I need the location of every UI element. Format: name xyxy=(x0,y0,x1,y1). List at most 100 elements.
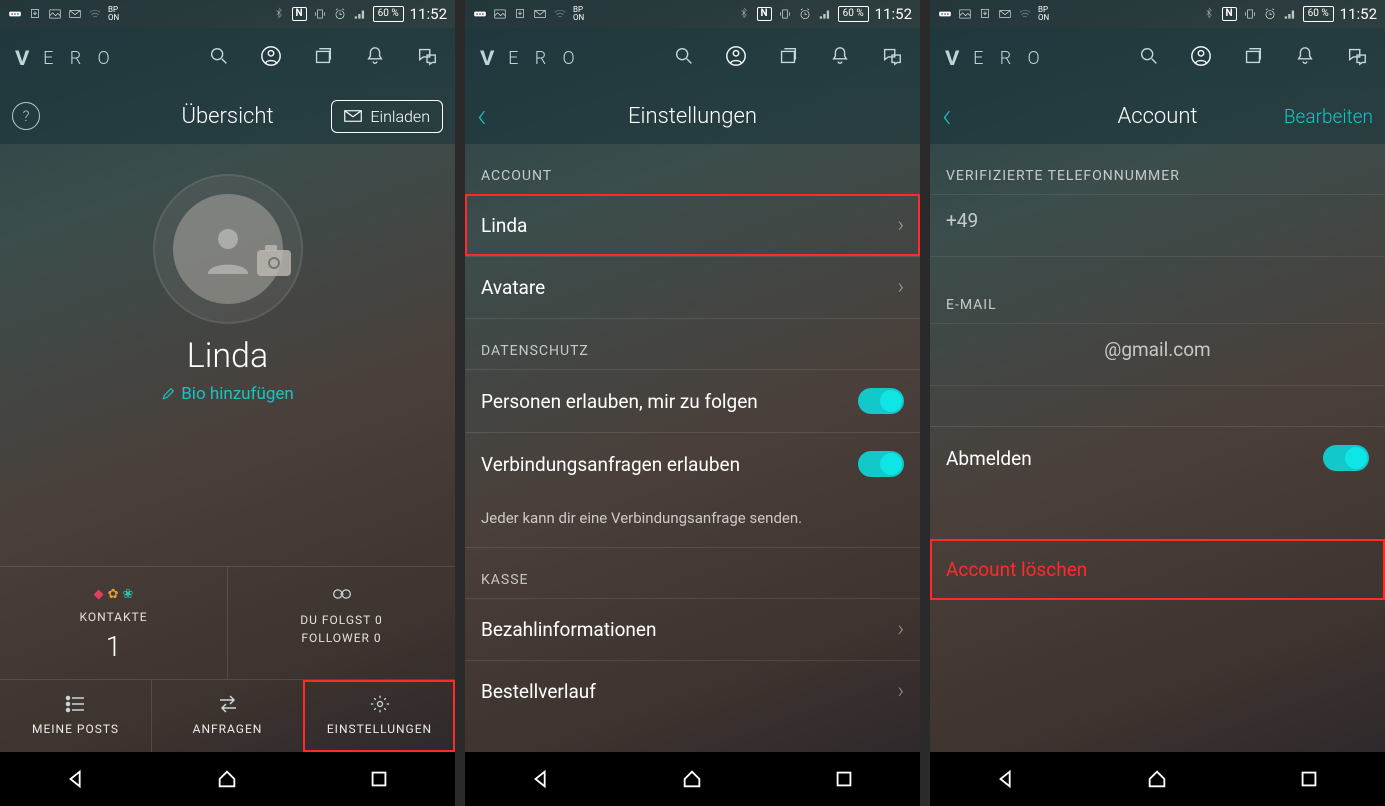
wifi-icon xyxy=(553,7,567,21)
edit-button[interactable]: Bearbeiten xyxy=(1284,105,1373,128)
search-icon[interactable] xyxy=(1137,45,1161,71)
wifi-icon xyxy=(1018,7,1032,21)
clock-time: 11:52 xyxy=(410,5,447,23)
nav-recent-icon[interactable] xyxy=(833,768,855,790)
page-title: Account xyxy=(1117,104,1197,129)
signal-icon xyxy=(1283,7,1297,21)
search-icon[interactable] xyxy=(207,45,231,71)
mail-icon xyxy=(68,7,82,21)
top-nav: VE R O xyxy=(465,28,920,88)
toggle-logout[interactable] xyxy=(1323,445,1369,471)
profile-icon[interactable] xyxy=(724,45,748,71)
row-payment-info[interactable]: Bezahlinformationen› xyxy=(465,598,920,660)
back-button[interactable]: ‹ xyxy=(942,104,952,128)
tab-requests[interactable]: ANFRAGEN xyxy=(151,680,303,752)
vibrate-icon xyxy=(1243,7,1257,21)
nav-recent-icon[interactable] xyxy=(368,768,390,790)
nav-recent-icon[interactable] xyxy=(1298,768,1320,790)
tab-settings[interactable]: EINSTELLUNGEN xyxy=(303,680,455,752)
stats-contacts[interactable]: ◆✿❀ KONTAKTE 1 xyxy=(0,567,227,679)
toggle-allow-connect[interactable] xyxy=(858,451,904,477)
nav-home-icon[interactable] xyxy=(681,768,703,790)
bluetooth-icon xyxy=(272,7,286,21)
page-title: Einstellungen xyxy=(628,104,757,129)
nav-home-icon[interactable] xyxy=(216,768,238,790)
back-button[interactable]: ‹ xyxy=(477,104,487,128)
alarm-icon xyxy=(798,7,812,21)
more-icon xyxy=(938,7,952,21)
chat-icon[interactable] xyxy=(1345,45,1369,71)
collections-icon[interactable] xyxy=(311,45,335,71)
envelope-icon xyxy=(344,109,362,123)
collections-icon[interactable] xyxy=(776,45,800,71)
signal-icon xyxy=(353,7,367,21)
download-icon xyxy=(28,7,42,21)
chevron-right-icon: › xyxy=(897,679,904,704)
row-allow-connect[interactable]: Verbindungsanfragen erlauben xyxy=(465,432,920,495)
add-bio-link[interactable]: Bio hinzufügen xyxy=(0,384,455,404)
android-navbar xyxy=(465,752,920,806)
alarm-icon xyxy=(333,7,347,21)
wifi-icon xyxy=(88,7,102,21)
tab-my-posts[interactable]: MEINE POSTS xyxy=(0,680,151,752)
help-icon[interactable]: ? xyxy=(12,102,40,130)
toggle-allow-follow[interactable] xyxy=(858,388,904,414)
nfc-icon: N xyxy=(757,7,772,21)
brand-logo[interactable]: VE R O xyxy=(16,46,116,70)
brand-logo[interactable]: VE R O xyxy=(481,46,581,70)
email-value: @gmail.com xyxy=(930,323,1385,386)
more-icon xyxy=(473,7,487,21)
image-icon xyxy=(48,7,62,21)
row-logout[interactable]: Abmelden xyxy=(930,426,1385,489)
nav-back-icon[interactable] xyxy=(65,768,87,790)
pencil-icon xyxy=(161,387,175,401)
nav-back-icon[interactable] xyxy=(995,768,1017,790)
bp-icon: BPON xyxy=(108,6,119,22)
download-icon xyxy=(978,7,992,21)
row-avatars[interactable]: Avatare› xyxy=(465,256,920,319)
bottom-tabs: MEINE POSTS ANFRAGEN EINSTELLUNGEN xyxy=(0,679,455,752)
search-icon[interactable] xyxy=(672,45,696,71)
brand-logo[interactable]: VE R O xyxy=(946,46,1046,70)
profile-icon[interactable] xyxy=(1189,45,1213,71)
nfc-icon: N xyxy=(292,7,307,21)
android-navbar xyxy=(930,752,1385,806)
clock-time: 11:52 xyxy=(1340,5,1377,23)
battery-icon: 60 % xyxy=(838,6,869,22)
section-email: E-MAIL xyxy=(930,257,1385,323)
chevron-right-icon: › xyxy=(897,213,904,238)
battery-icon: 60 % xyxy=(373,6,404,22)
nav-home-icon[interactable] xyxy=(1146,768,1168,790)
page-header: ‹ Account Bearbeiten xyxy=(930,88,1385,144)
profile-icon[interactable] xyxy=(259,45,283,71)
chat-icon[interactable] xyxy=(415,45,439,71)
bell-icon[interactable] xyxy=(363,45,387,71)
top-nav: VE R O xyxy=(930,28,1385,88)
chat-icon[interactable] xyxy=(880,45,904,71)
row-allow-follow[interactable]: Personen erlauben, mir zu folgen xyxy=(465,369,920,432)
clock-time: 11:52 xyxy=(875,5,912,23)
row-order-history[interactable]: Bestellverlauf› xyxy=(465,660,920,722)
camera-icon[interactable] xyxy=(257,250,291,276)
nav-back-icon[interactable] xyxy=(530,768,552,790)
stats-row: ◆✿❀ KONTAKTE 1 DU FOLGST 0 FOLLOWER 0 xyxy=(0,566,455,679)
statusbar: BPON N 60 % 11:52 xyxy=(0,0,455,28)
bell-icon[interactable] xyxy=(828,45,852,71)
row-account-name[interactable]: Linda› xyxy=(465,194,920,256)
section-phone: VERIFIZIERTE TELEFONNUMMER xyxy=(930,144,1385,194)
image-icon xyxy=(493,7,507,21)
row-delete-account[interactable]: Account löschen xyxy=(930,539,1385,600)
bluetooth-icon xyxy=(737,7,751,21)
statusbar: BPON N 60 % 11:52 xyxy=(930,0,1385,28)
invite-button[interactable]: Einladen xyxy=(331,100,443,133)
bell-icon[interactable] xyxy=(1293,45,1317,71)
screen-settings: BPON N 60 % 11:52 VE R O ‹ Einstellungen… xyxy=(465,0,920,806)
stats-followers[interactable]: DU FOLGST 0 FOLLOWER 0 xyxy=(227,567,455,679)
screen-profile: BPON N 60 % 11:52 VE R O ? Übersicht xyxy=(0,0,455,806)
android-navbar xyxy=(0,752,455,806)
top-nav: VE R O xyxy=(0,28,455,88)
collections-icon[interactable] xyxy=(1241,45,1265,71)
avatar[interactable] xyxy=(153,174,303,324)
signal-icon xyxy=(818,7,832,21)
privacy-hint: Jeder kann dir eine Verbindungsanfrage s… xyxy=(465,495,920,548)
